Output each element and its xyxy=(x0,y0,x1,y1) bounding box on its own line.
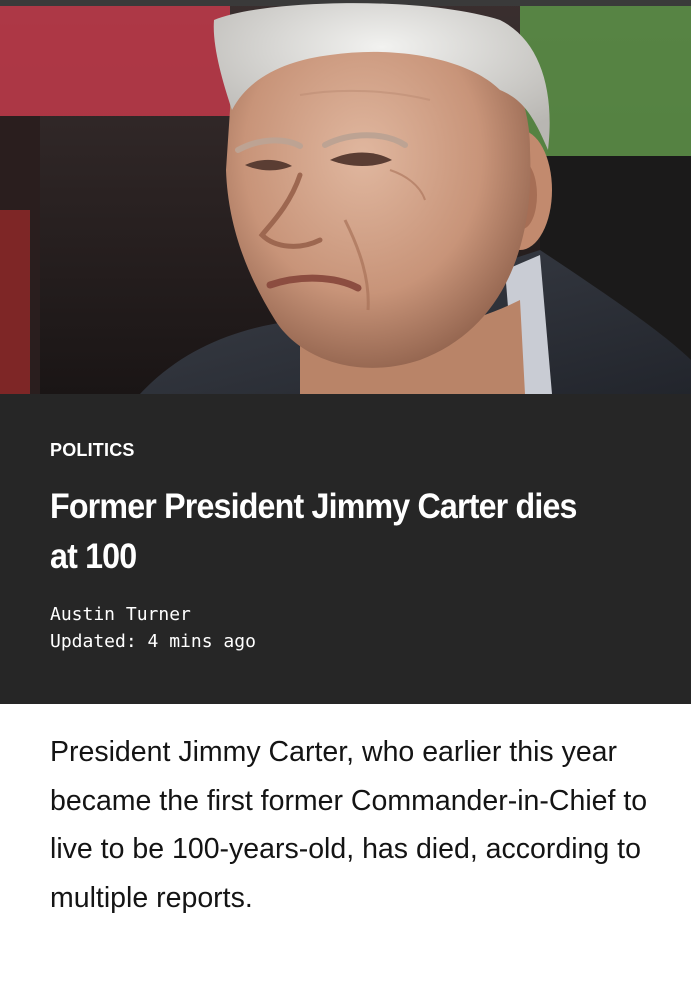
portrait-illustration xyxy=(0,0,691,394)
article-headline: Former President Jimmy Carter dies at 10… xyxy=(50,487,577,576)
updated-label: Updated: xyxy=(50,631,137,652)
hero-image[interactable] xyxy=(0,0,691,394)
updated-time: 4 mins ago xyxy=(147,631,256,652)
updated-timestamp: Updated: 4 mins ago xyxy=(50,630,256,654)
category-label[interactable]: POLITICS xyxy=(50,440,135,461)
article-page: POLITICS Former President Jimmy Carter d… xyxy=(0,0,691,1000)
author-name[interactable]: Austin Turner xyxy=(50,603,191,627)
article-body: President Jimmy Carter, who earlier this… xyxy=(50,736,648,914)
